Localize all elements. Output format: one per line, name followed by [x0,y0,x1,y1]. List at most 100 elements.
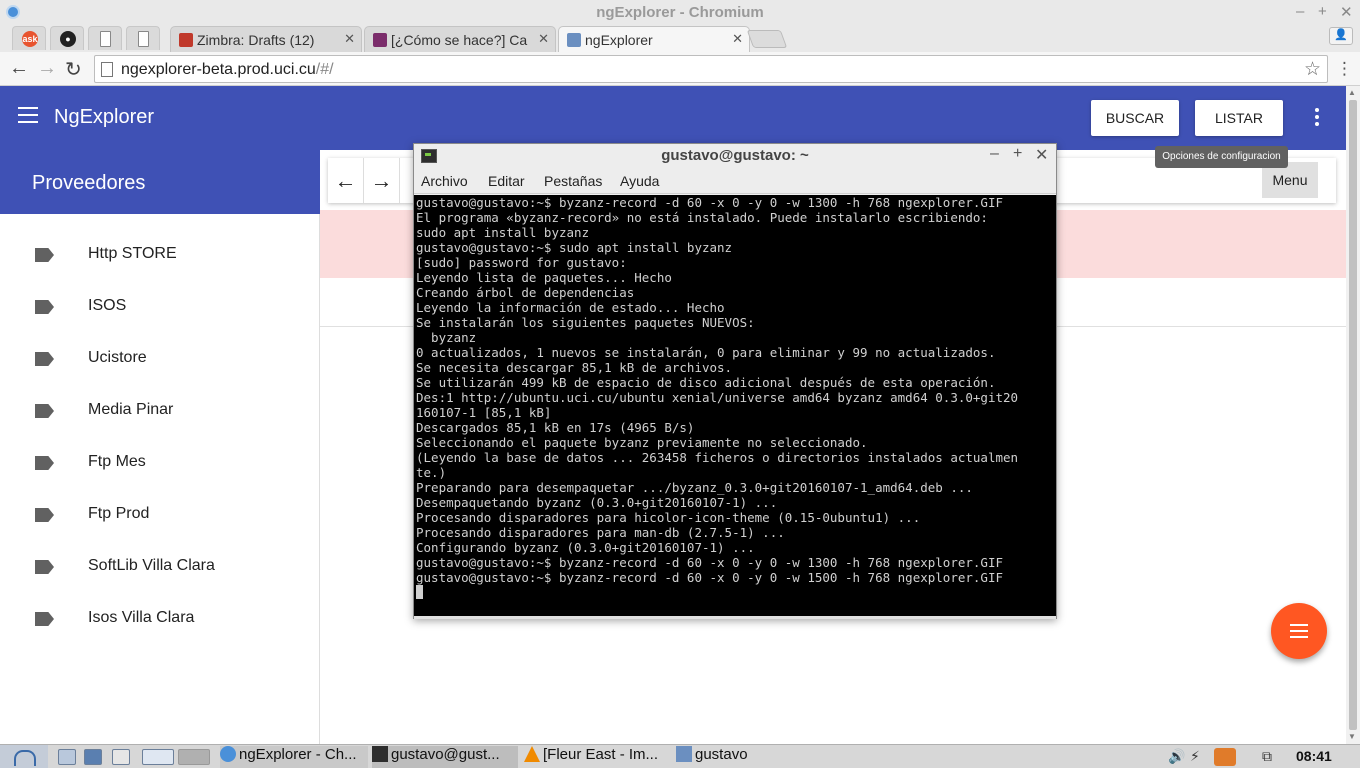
network-tray-icon[interactable]: ⧉ [1262,748,1272,765]
terminal-titlebar: gustavo@gustavo: ~ – + ✕ [414,144,1056,168]
window-icon[interactable] [112,749,130,765]
app-bar: NgExplorer BUSCAR LISTAR [0,86,1346,150]
provider-label: Media Pinar [88,401,174,418]
provider-item[interactable]: Media Pinar [0,388,320,440]
provider-label: Isos Villa Clara [88,609,195,626]
maximize-icon[interactable]: + [1318,3,1327,20]
scroll-down-icon[interactable]: ▼ [1348,732,1356,741]
chromium-icon [220,746,236,762]
tab-close-icon[interactable]: ✕ [538,31,549,47]
tab-zimbra[interactable]: Zimbra: Drafts (12) ✕ [170,26,362,52]
pinned-tab-page[interactable] [88,26,122,50]
settings-kebab-icon[interactable] [1310,108,1324,129]
menu-editar[interactable]: Editar [488,173,525,189]
terminal-title: gustavo@gustavo: ~ [661,147,809,164]
buscar-button[interactable]: BUSCAR [1091,100,1179,136]
provider-label: Ftp Prod [88,505,150,522]
pinned-tab-page-2[interactable] [126,26,160,50]
notification-icon[interactable] [1214,748,1236,766]
tab-como-se-hace[interactable]: [¿Cómo se hace?] Ca ✕ [364,26,556,52]
menu-ayuda[interactable]: Ayuda [620,173,659,189]
address-bar[interactable]: ngexplorer-beta.prod.uci.cu/#/ ☆ [94,55,1328,83]
provider-label: Http STORE [88,245,177,262]
workspace-icon[interactable] [178,749,210,765]
menu-archivo[interactable]: Archivo [421,173,468,189]
task-chromium[interactable]: ngExplorer - Ch... [220,746,368,768]
fab-menu-button[interactable] [1271,603,1327,659]
ask-icon: ask [22,31,38,47]
provider-item[interactable]: Ucistore [0,336,320,388]
tab-ngexplorer[interactable]: ngExplorer ✕ [558,26,750,52]
provider-item[interactable]: Ftp Prod [0,492,320,544]
start-menu-button[interactable] [0,745,48,768]
tab-label: [¿Cómo se hace?] Ca [391,32,528,48]
forward-icon[interactable]: → [37,57,57,80]
power-icon[interactable]: ⚡ [1190,748,1200,765]
page-scrollbar[interactable]: ▲ ▼ [1346,86,1360,744]
terminal-minimize-icon[interactable]: – [990,145,999,163]
listar-button[interactable]: LISTAR [1195,100,1283,136]
back-icon[interactable]: ← [9,57,29,80]
tab-close-icon[interactable]: ✕ [732,31,743,47]
chrome-menu-icon[interactable]: ⋮ [1336,59,1353,79]
settings-tooltip: Opciones de configuracion [1155,146,1288,168]
sidebar-title: Proveedores [32,172,146,194]
github-icon: ● [60,31,76,47]
provider-label: ISOS [88,297,127,314]
site-icon [373,33,387,47]
provider-item[interactable]: Http STORE [0,232,320,284]
task-terminal[interactable]: gustavo@gust... [372,746,518,768]
profile-icon[interactable]: 👤 [1329,27,1353,45]
bookmark-star-icon[interactable]: ☆ [1304,58,1321,81]
terminal-window: gustavo@gustavo: ~ – + ✕ Archivo Editar … [413,143,1057,619]
label-tag-icon [35,560,54,574]
nav-back-icon[interactable]: ← [328,158,364,203]
reload-icon[interactable]: ↻ [65,57,82,82]
minimize-icon[interactable]: – [1296,3,1304,20]
desktop-icon[interactable] [142,749,174,765]
tab-close-icon[interactable]: ✕ [344,31,355,47]
new-tab-button[interactable] [746,30,788,48]
provider-item[interactable]: Isos Villa Clara [0,596,320,648]
task-vlc[interactable]: [Fleur East - Im... [524,746,670,768]
terminal-screen[interactable]: gustavo@gustavo:~$ byzanz-record -d 60 -… [414,195,1056,616]
provider-label: SoftLib Villa Clara [88,557,215,574]
window-titlebar: ngExplorer - Chromium – + ✕ [0,0,1360,24]
network-icon[interactable] [84,749,102,765]
pinned-tab-github[interactable]: ● [50,26,84,50]
terminal-menubar: Archivo Editar Pestañas Ayuda [414,168,1056,194]
url-text: ngexplorer-beta.prod.uci.cu/#/ [121,61,334,78]
nav-forward-icon[interactable]: → [364,158,400,203]
menu-pestanas[interactable]: Pestañas [544,173,602,189]
file-manager-icon[interactable] [58,749,76,765]
sidebar-header: Proveedores [0,150,320,214]
label-tag-icon [35,352,54,366]
scroll-up-icon[interactable]: ▲ [1348,88,1356,97]
volume-icon[interactable]: 🔊 [1168,748,1185,765]
zimbra-icon [179,33,193,47]
close-icon[interactable]: ✕ [1340,3,1353,21]
provider-label: Ftp Mes [88,453,146,470]
task-file-manager[interactable]: gustavo [676,746,786,768]
folder-icon [567,33,581,47]
label-tag-icon [35,612,54,626]
folder-icon [676,746,692,762]
page-icon [138,31,149,47]
vlc-icon [524,746,540,762]
app-title: NgExplorer [54,106,155,128]
page-icon [100,31,111,47]
terminal-output: gustavo@gustavo:~$ byzanz-record -d 60 -… [416,195,1019,585]
taskbar: ngExplorer - Ch... gustavo@gust... [Fleu… [0,744,1360,768]
tab-strip: ask ● Zimbra: Drafts (12) ✕ [¿Cómo se ha… [0,24,1360,52]
scrollbar-thumb[interactable] [1349,100,1357,730]
pinned-tab-ask[interactable]: ask [12,26,46,50]
label-tag-icon [35,456,54,470]
provider-item[interactable]: Ftp Mes [0,440,320,492]
terminal-icon [372,746,388,762]
window-title: ngExplorer - Chromium [596,4,764,21]
provider-item[interactable]: ISOS [0,284,320,336]
hamburger-menu-icon[interactable] [18,107,38,128]
terminal-maximize-icon[interactable]: + [1013,145,1022,163]
provider-item[interactable]: SoftLib Villa Clara [0,544,320,596]
terminal-close-icon[interactable]: ✕ [1035,145,1048,165]
